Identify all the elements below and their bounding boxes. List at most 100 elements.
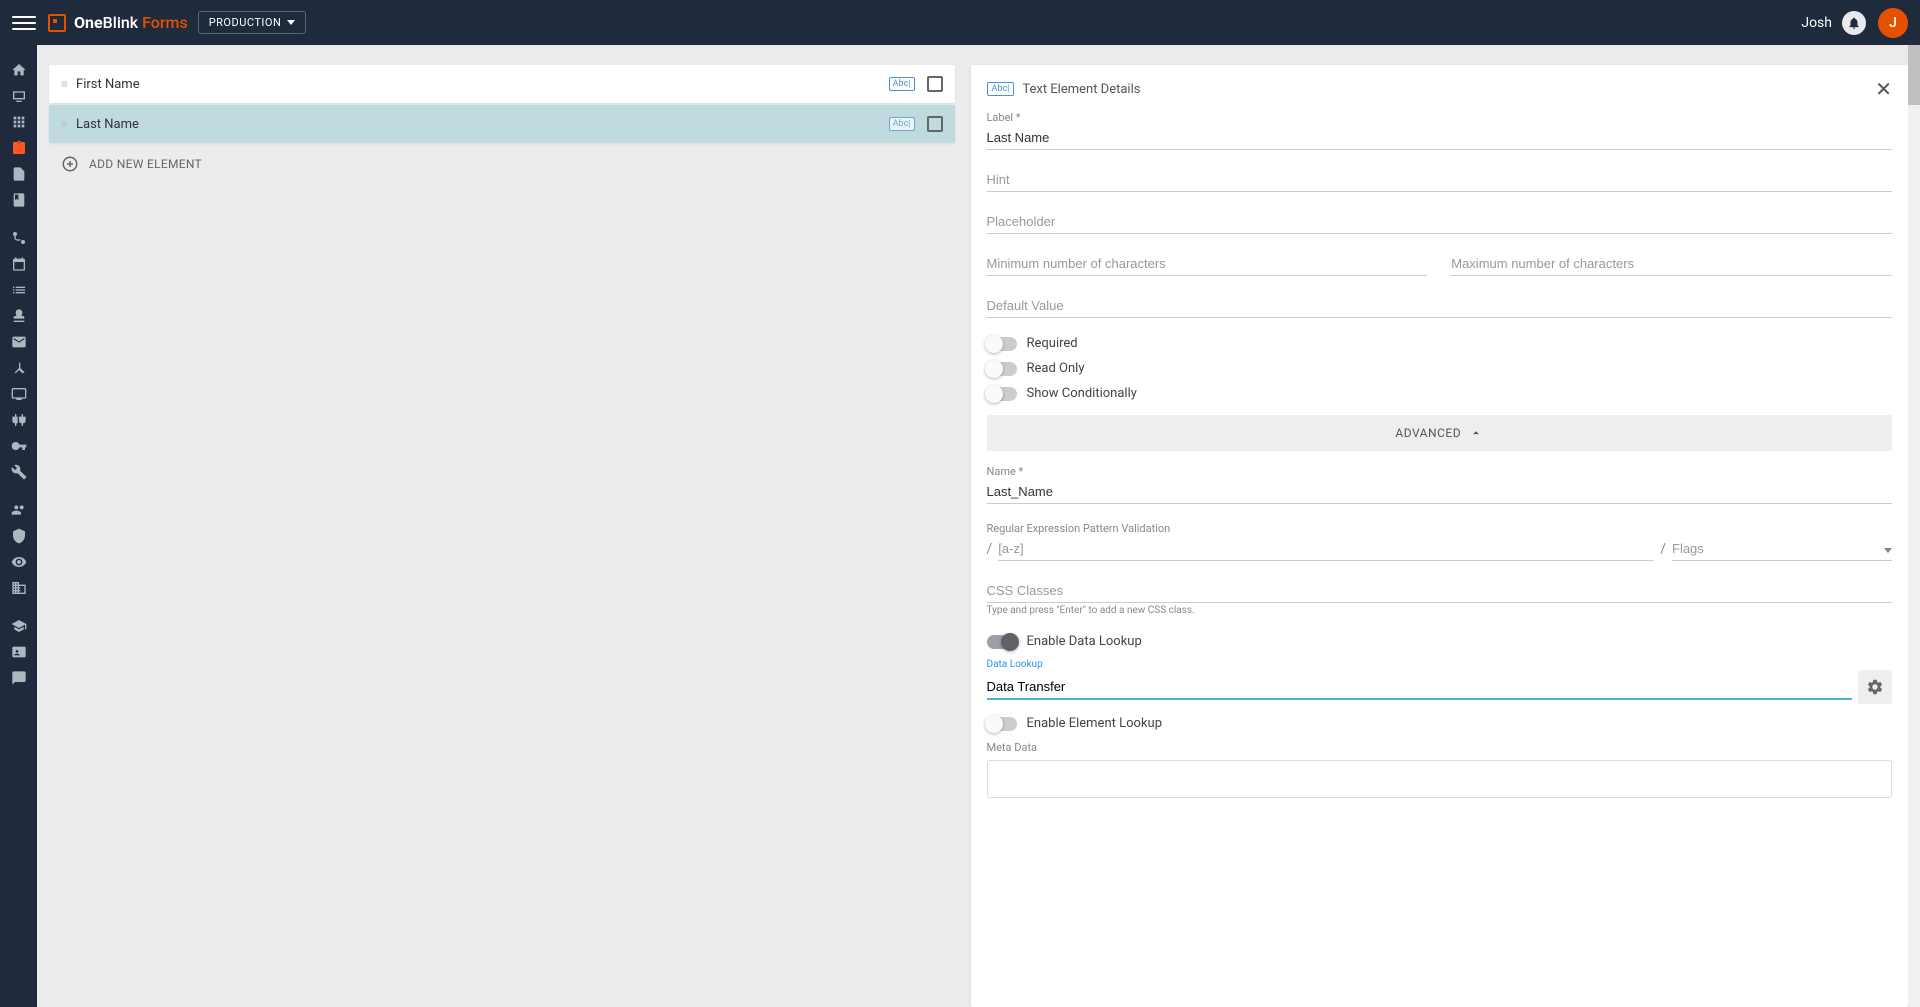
sidebar-preview[interactable] (0, 549, 37, 575)
close-panel-button[interactable]: ✕ (1875, 79, 1892, 99)
min-chars-input[interactable] (987, 252, 1428, 276)
drag-handle-icon[interactable]: ≡ (61, 77, 66, 91)
sidebar-api[interactable] (0, 407, 37, 433)
name-input[interactable] (987, 480, 1893, 504)
conditional-label: Show Conditionally (1027, 386, 1137, 401)
sidebar-calendar[interactable] (0, 251, 37, 277)
graduation-icon (11, 618, 27, 634)
text-type-badge: Abc| (987, 82, 1015, 96)
page-scrollbar[interactable] (1908, 45, 1920, 1007)
sidebar-workflows[interactable] (0, 225, 37, 251)
element-checkbox[interactable] (927, 76, 943, 92)
sidebar-team[interactable] (0, 497, 37, 523)
email-icon (11, 334, 27, 350)
sidebar-integrations[interactable] (0, 355, 37, 381)
data-lookup-input[interactable] (987, 675, 1853, 700)
environment-dropdown[interactable]: PRODUCTION (198, 11, 307, 34)
home-icon (11, 62, 27, 78)
clipboard-icon (11, 140, 27, 156)
logo-text: OneBlinkForms (74, 13, 188, 32)
sidebar-keys[interactable] (0, 433, 37, 459)
calendar-icon (11, 256, 27, 272)
element-checkbox[interactable] (927, 116, 943, 132)
monitor-icon (11, 386, 27, 402)
regex-field-label: Regular Expression Pattern Validation (987, 522, 1893, 535)
drag-handle-icon[interactable]: ≡ (61, 117, 66, 131)
shield-icon (11, 528, 27, 544)
meta-data-textarea[interactable] (987, 760, 1893, 798)
regex-pattern-input[interactable] (998, 537, 1654, 561)
sidebar-feedback[interactable] (0, 665, 37, 691)
element-row-first-name[interactable]: ≡ First Name Abc| (49, 65, 955, 103)
gear-icon (1866, 678, 1884, 696)
sidebar-pages[interactable] (0, 161, 37, 187)
placeholder-input[interactable] (987, 210, 1893, 234)
key-icon (11, 438, 27, 454)
eye-icon (11, 554, 27, 570)
plus-circle-icon (61, 155, 79, 173)
element-lookup-toggle[interactable] (987, 717, 1017, 731)
default-value-input[interactable] (987, 294, 1893, 318)
sidebar-home[interactable] (0, 57, 37, 83)
meta-data-label: Meta Data (987, 741, 1893, 754)
sidebar-email[interactable] (0, 329, 37, 355)
card-icon (11, 644, 27, 660)
add-element-button[interactable]: ADD NEW ELEMENT (49, 145, 955, 183)
data-lookup-label: Enable Data Lookup (1027, 634, 1142, 649)
sidebar-apps[interactable] (0, 109, 37, 135)
regex-flags-select[interactable] (1672, 537, 1892, 561)
sidebar-desktop[interactable] (0, 381, 37, 407)
wrench-icon (11, 464, 27, 480)
label-input[interactable] (987, 126, 1893, 150)
details-panel: Abc| Text Element Details ✕ Label * (971, 65, 1909, 1007)
logo-icon (48, 14, 66, 32)
notifications-button[interactable] (1842, 11, 1866, 35)
sidebar-approvals[interactable] (0, 303, 37, 329)
element-label: First Name (76, 77, 889, 92)
bell-icon (1847, 16, 1861, 30)
element-label: Last Name (76, 117, 889, 132)
logo-blink: Blink (103, 13, 139, 32)
user-name: Josh (1801, 15, 1832, 31)
sidebar-screens[interactable] (0, 83, 37, 109)
data-lookup-toggle[interactable] (987, 635, 1017, 649)
user-avatar[interactable]: J (1878, 8, 1908, 38)
scrollbar-thumb[interactable] (1908, 45, 1920, 105)
label-field-label: Label * (987, 111, 1893, 124)
caret-down-icon (287, 20, 295, 25)
logo-one: One (74, 13, 103, 32)
sidebar-org[interactable] (0, 575, 37, 601)
sidebar-security[interactable] (0, 523, 37, 549)
text-badge-icon: Abc| (889, 117, 915, 131)
readonly-label: Read Only (1027, 361, 1085, 376)
required-label: Required (1027, 336, 1078, 351)
hint-input[interactable] (987, 168, 1893, 192)
panel-title: Text Element Details (1022, 82, 1875, 97)
list-icon (11, 282, 27, 298)
advanced-toggle-bar[interactable]: ADVANCED (987, 415, 1893, 451)
flow-icon (11, 230, 27, 246)
sidebar-tools[interactable] (0, 459, 37, 485)
sidebar-forms[interactable] (0, 135, 37, 161)
data-lookup-field-label: Data Lookup (987, 659, 1893, 670)
sidebar-learning[interactable] (0, 613, 37, 639)
readonly-toggle[interactable] (987, 362, 1017, 376)
regex-slash: / (1660, 541, 1666, 561)
hamburger-menu-icon[interactable] (12, 11, 36, 35)
required-toggle[interactable] (987, 337, 1017, 351)
main-content: ≡ First Name Abc| ≡ Last Name Abc| ADD N… (37, 45, 1908, 1007)
sidebar-lists[interactable] (0, 277, 37, 303)
stamp-icon (11, 308, 27, 324)
data-lookup-settings-button[interactable] (1858, 670, 1892, 704)
add-element-label: ADD NEW ELEMENT (89, 157, 202, 171)
max-chars-input[interactable] (1451, 252, 1892, 276)
element-row-last-name[interactable]: ≡ Last Name Abc| (49, 105, 955, 143)
chevron-up-icon (1469, 426, 1483, 440)
conditional-toggle[interactable] (987, 387, 1017, 401)
sidebar (0, 45, 37, 1007)
file-icon (11, 166, 27, 182)
sidebar-contact[interactable] (0, 639, 37, 665)
sidebar-library[interactable] (0, 187, 37, 213)
regex-slash: / (987, 541, 993, 561)
css-classes-input[interactable] (987, 579, 1893, 603)
